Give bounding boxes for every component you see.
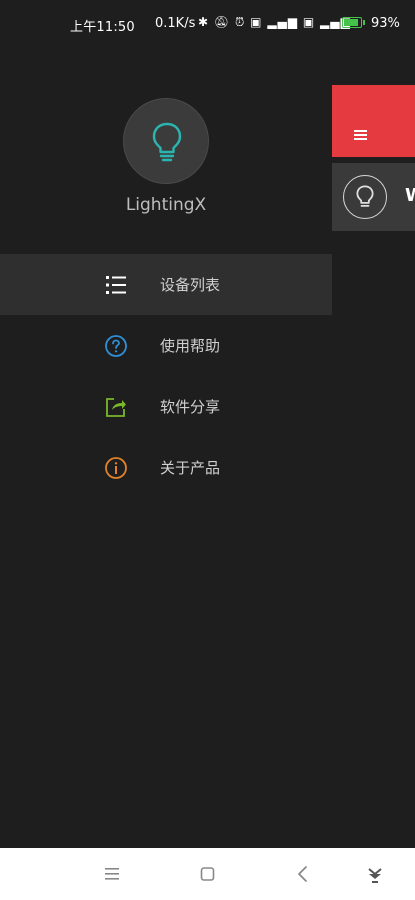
menu-item-label: 关于产品 — [160, 459, 221, 477]
app-toolbar — [332, 85, 415, 157]
system-navigation-bar — [0, 848, 415, 900]
menu-item-about[interactable]: 关于产品 — [0, 437, 332, 498]
info-icon — [105, 457, 127, 479]
main-content-peek: W — [332, 85, 415, 231]
bluetooth-icon: ✱ — [198, 15, 210, 29]
battery-percent: 93% — [371, 16, 400, 31]
back-nav-icon[interactable] — [283, 848, 323, 900]
app-avatar — [123, 98, 209, 184]
status-icons: ✱ 🔕︎ ⏰︎ ▣ ▂▄▆ ▣ ▂▄▆ — [198, 15, 351, 30]
mute-icon: 🔕︎ — [213, 15, 231, 29]
menu-nav-icon[interactable] — [92, 848, 132, 900]
menu-item-help[interactable]: 使用帮助 — [0, 315, 332, 376]
hd-icon: ▣ — [250, 15, 263, 29]
menu-item-label: 软件分享 — [160, 398, 221, 416]
signal-4g-icon: ▂▄▆ — [267, 15, 299, 29]
list-icon — [106, 276, 126, 294]
network-speed: 0.1K/s — [155, 16, 196, 31]
home-nav-icon[interactable] — [188, 848, 228, 900]
download-nav-icon[interactable] — [355, 848, 395, 900]
hamburger-menu-icon[interactable] — [354, 129, 368, 141]
menu-item-label: 使用帮助 — [160, 337, 221, 355]
drawer-menu: 设备列表 使用帮助 软件分享 关于产品 — [0, 254, 332, 498]
hd-icon: ▣ — [302, 15, 316, 29]
app-name: LightingX — [125, 195, 207, 215]
menu-item-label: 设备列表 — [160, 276, 221, 294]
device-card[interactable]: W — [332, 163, 415, 231]
help-icon — [105, 335, 127, 357]
lightbulb-icon — [152, 122, 182, 162]
status-time: 上午11:50 — [70, 20, 135, 35]
navigation-drawer: LightingX 设备列表 使用帮助 软件分享 关于产品 — [0, 48, 332, 848]
menu-item-share[interactable]: 软件分享 — [0, 376, 332, 437]
device-name-initial: W — [405, 185, 415, 206]
share-icon — [106, 398, 126, 417]
battery-icon — [342, 17, 365, 28]
menu-item-device-list[interactable]: 设备列表 — [0, 254, 332, 315]
status-bar: 上午11:50 0.1K/s ✱ 🔕︎ ⏰︎ ▣ ▂▄▆ ▣ ▂▄▆ 93% — [0, 0, 415, 48]
device-bulb-icon — [343, 175, 387, 219]
alarm-icon: ⏰︎ — [234, 15, 246, 29]
